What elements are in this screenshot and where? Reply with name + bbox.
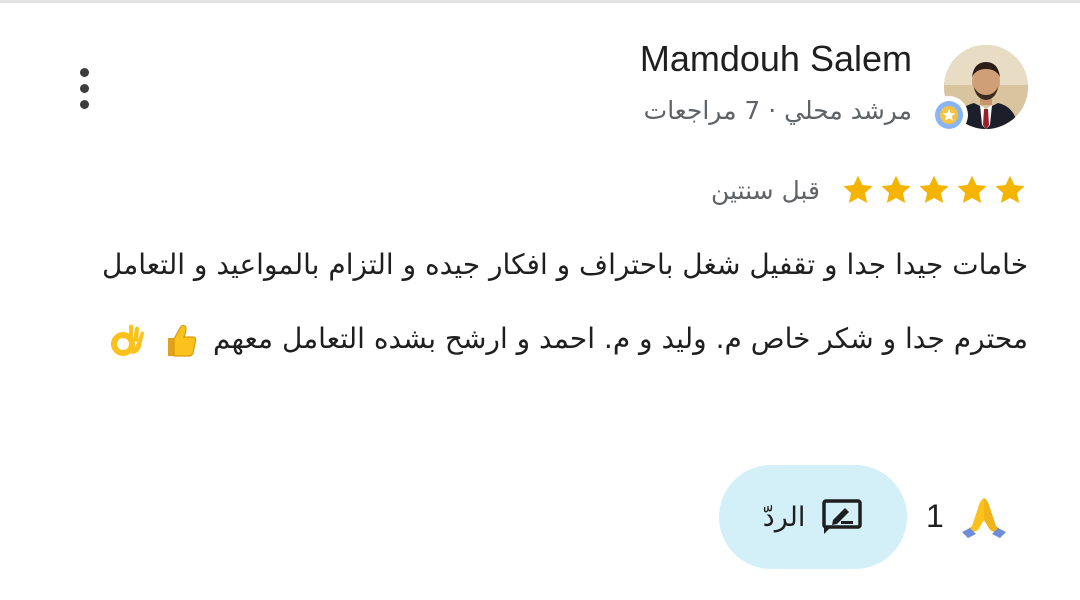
- author-name[interactable]: Mamdouh Salem: [640, 38, 912, 80]
- ok-hand-icon: [111, 324, 145, 356]
- review-time: قبل سنتين: [711, 175, 820, 205]
- reply-label: الردّ: [762, 501, 806, 533]
- local-guide-badge: [930, 96, 968, 134]
- author-meta: مرشد محلي · 7 مراجعات: [643, 96, 912, 125]
- reply-icon: [822, 499, 863, 534]
- more-options-button[interactable]: [66, 62, 102, 114]
- more-options-icon: [79, 67, 89, 77]
- star-icon: [843, 175, 873, 204]
- top-divider: [0, 0, 1080, 3]
- review-text: خامات جيدا جدا و تقفيل شغل باحتراف و افك…: [72, 228, 1028, 376]
- local-guide-star-icon: [935, 101, 963, 129]
- star-icon: [881, 175, 911, 204]
- rating-row: قبل سنتين: [711, 172, 1028, 208]
- star-rating: [840, 172, 1028, 208]
- star-icon: [919, 175, 949, 204]
- reaction-count: 1: [926, 497, 944, 534]
- star-icon: [957, 175, 987, 204]
- thumbs-up-icon: [168, 324, 197, 357]
- praying-hands-icon: [961, 498, 1006, 538]
- reaction-button[interactable]: 1: [926, 490, 1010, 542]
- reply-button[interactable]: الردّ: [719, 465, 907, 569]
- review-body: خامات جيدا جدا و تقفيل شغل باحتراف و افك…: [102, 248, 1028, 355]
- star-icon: [995, 175, 1025, 204]
